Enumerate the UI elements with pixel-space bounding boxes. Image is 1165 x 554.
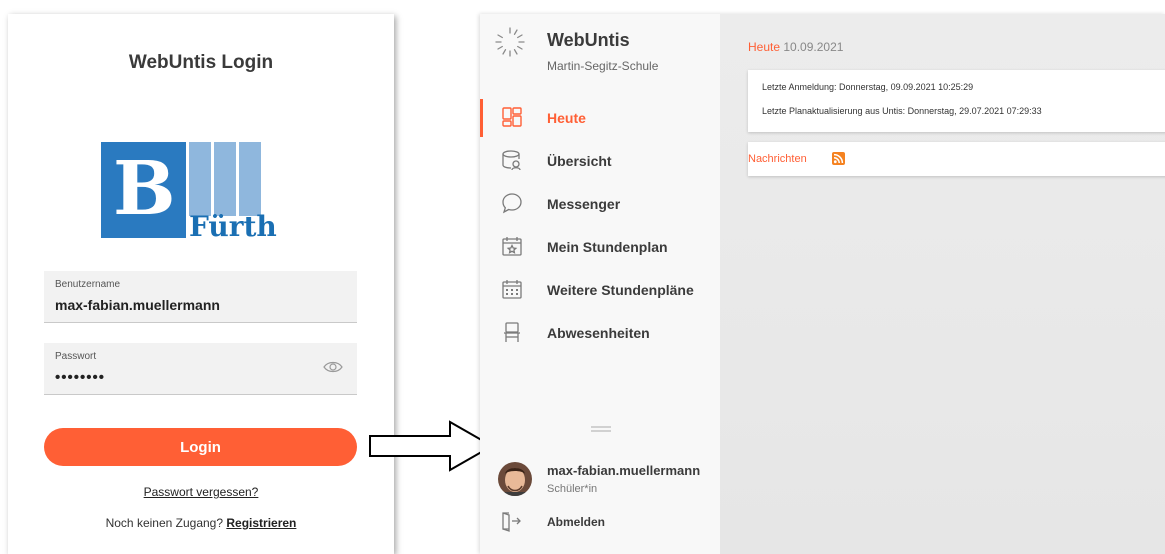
forgot-password-link[interactable]: Passwort vergessen?	[8, 485, 394, 499]
calendar-star-icon	[502, 237, 522, 256]
user-role: Schüler*in	[547, 483, 598, 495]
nav-label: Übersicht	[547, 152, 612, 169]
logo-letter: B	[113, 146, 176, 232]
today-label: Heute	[748, 40, 781, 54]
nav-item-heute[interactable]: Heute	[480, 96, 720, 139]
no-access-text: Noch keinen Zugang?	[105, 516, 224, 530]
today-heading: Heute 10.09.2021	[748, 40, 843, 54]
arrow-right-icon	[369, 420, 495, 472]
info-card: Letzte Anmeldung: Donnerstag, 09.09.2021…	[748, 70, 1165, 132]
login-panel: WebUntis Login B Fürth Benutzername max-…	[8, 14, 394, 554]
nav-label: Abwesenheiten	[547, 324, 650, 341]
nav-item-uebersicht[interactable]: Übersicht	[480, 139, 720, 182]
today-date: 10.09.2021	[783, 40, 844, 54]
login-button[interactable]: Login	[44, 428, 357, 466]
nav-item-abwesenheiten[interactable]: Abwesenheiten	[480, 311, 720, 354]
main-content: Heute 10.09.2021 Letzte Anmeldung: Donne…	[720, 14, 1165, 554]
dashboard-icon	[502, 107, 522, 127]
calendar-grid-icon	[502, 280, 522, 299]
nav-label: Weitere Stundenpläne	[547, 281, 694, 298]
news-label[interactable]: Nachrichten	[748, 153, 807, 165]
username-field[interactable]: Benutzername max-fabian.muellermann	[44, 271, 357, 323]
main-nav: Heute Übersicht Messenger Mein Stundenpl…	[480, 96, 720, 354]
webuntis-logo-icon	[495, 27, 525, 57]
sidebar: WebUntis Martin-Segitz-Schule Heute Über…	[480, 14, 720, 554]
nav-item-mein-stundenplan[interactable]: Mein Stundenplan	[480, 225, 720, 268]
password-label: Passwort	[55, 351, 97, 362]
nav-label: Heute	[547, 109, 586, 126]
logo-text: Fürth	[189, 210, 277, 240]
webuntis-app: WebUntis Martin-Segitz-Schule Heute Über…	[480, 14, 1165, 554]
logout-icon[interactable]	[500, 510, 522, 532]
last-update-text: Letzte Planaktualisierung aus Untis: Don…	[762, 106, 1042, 116]
drag-handle-icon[interactable]	[590, 425, 612, 433]
eye-icon[interactable]	[323, 359, 343, 375]
last-login-text: Letzte Anmeldung: Donnerstag, 09.09.2021…	[762, 82, 974, 92]
school-logo: B Fürth	[101, 136, 311, 240]
username-label: Benutzername	[55, 279, 121, 290]
login-title: WebUntis Login	[128, 52, 274, 73]
logout-button[interactable]: Abmelden	[547, 515, 605, 529]
nav-label: Mein Stundenplan	[547, 238, 668, 255]
register-line: Noch keinen Zugang? Registrieren	[8, 516, 394, 530]
nav-label: Messenger	[547, 195, 621, 212]
school-name: Martin-Segitz-Schule	[547, 59, 659, 73]
news-card[interactable]: Nachrichten	[748, 142, 1165, 176]
chair-icon	[504, 322, 520, 342]
brand-name: WebUntis	[547, 30, 630, 50]
chat-bubble-icon	[502, 193, 522, 214]
rss-icon[interactable]	[832, 152, 845, 165]
nav-item-weitere-stundenplaene[interactable]: Weitere Stundenpläne	[480, 268, 720, 311]
register-link[interactable]: Registrieren	[226, 516, 296, 530]
username-value[interactable]: max-fabian.muellermann	[55, 297, 220, 313]
password-value[interactable]: ••••••••	[55, 369, 105, 386]
avatar-icon	[498, 462, 532, 496]
user-name: max-fabian.muellermann	[547, 463, 701, 478]
password-field[interactable]: Passwort ••••••••	[44, 343, 357, 395]
overview-icon	[502, 150, 521, 171]
avatar[interactable]	[498, 462, 532, 496]
nav-item-messenger[interactable]: Messenger	[480, 182, 720, 225]
